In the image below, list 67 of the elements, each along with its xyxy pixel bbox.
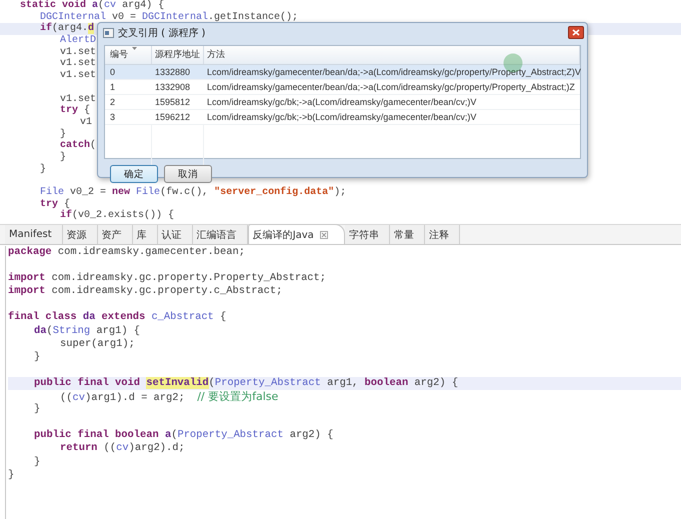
close-icon[interactable]: [320, 230, 328, 238]
tab[interactable]: Manifest: [5, 225, 63, 244]
code-line: DGCInternal v0 = DGCInternal.getInstance();: [39, 12, 298, 23]
reference-row[interactable]: 2 1595812 Lcom/idreamsky/gc/bk;->a(Lcom/idreamsky/gamecenter/bean/cv;)V: [105, 95, 580, 110]
table-cell-text: 1: [109, 81, 116, 94]
window-icon: [103, 28, 114, 38]
table-cell-text: Lcom/idreamsky/gc/bk;->b(Lcom/idreamsky/gamecenter/bean/cv;)V: [206, 111, 478, 124]
tab[interactable]: 反编译的Java: [248, 224, 345, 244]
code-line: try {: [59, 105, 90, 117]
reference-row[interactable]: 3 1596212 Lcom/idreamsky/gc/bk;->b(Lcom/idreamsky/gamecenter/bean/cv;)V: [105, 110, 580, 125]
code-line: v1.set: [59, 70, 96, 82]
code-line: super(arg1);: [59, 338, 135, 351]
tab[interactable]: 资产: [98, 225, 133, 244]
table-cell-text: Lcom/idreamsky/gc/bk;->a(Lcom/idreamsky/gamecenter/bean/cv;)V: [206, 96, 478, 109]
code-line: }: [59, 152, 66, 164]
code-line: import com.idreamsky.gc.property.Property_Abstract;: [8, 272, 326, 286]
code-line: final class da extends c_Abstract {: [8, 311, 226, 325]
table-cell-text: 2: [109, 96, 116, 109]
code-line: da(String arg1) {: [33, 324, 140, 338]
code-line: }: [8, 468, 14, 482]
code-line: }: [59, 128, 66, 140]
tab[interactable]: 常量: [390, 225, 425, 244]
code-line: }: [39, 164, 46, 176]
dialog-button[interactable]: 取消: [164, 165, 212, 183]
table-cell-text: 1595812: [154, 96, 192, 109]
code-line: }: [33, 403, 40, 416]
table-cell-text: 1596212: [154, 111, 192, 124]
code-line: v1.set: [59, 94, 96, 104]
code-line: File v0_2 = new File(fw.c(), "server_config.data");: [39, 187, 346, 198]
code-line: try {: [39, 198, 70, 210]
code-line: static void a(cv arg4) {: [19, 0, 164, 12]
table-cell-text: 3: [109, 111, 116, 124]
sort-icon: [132, 47, 137, 50]
code-line: v1.set: [59, 58, 96, 70]
code-line: import com.idreamsky.gc.property.c_Abstract;: [8, 285, 282, 298]
reference-row[interactable]: 1 1332908 Lcom/idreamsky/gamecenter/bean/da;->a(Lcom/idreamsky/gc/property/Property_Abstract;)Z: [105, 80, 580, 95]
tab[interactable]: 资源: [62, 225, 98, 244]
code-line: public final boolean a(Property_Abstract arg2) {: [33, 429, 334, 442]
dialog-title: 交叉引用 ( 源程序 ): [118, 26, 206, 40]
close-button[interactable]: [568, 26, 584, 39]
tab[interactable]: 字符串: [344, 225, 390, 244]
code-line: return ((cv)arg2).d;: [59, 442, 185, 456]
table-cell-text: 0: [109, 66, 116, 79]
code-line: v1.set: [59, 46, 96, 58]
code-line: AlertD: [59, 35, 96, 47]
code-line: v1: [79, 116, 92, 129]
code-line: if(arg4.d: [39, 23, 94, 34]
dialog-button[interactable]: 确定: [110, 165, 158, 183]
tab[interactable]: 汇编语言: [192, 225, 248, 244]
table-cell-text: Lcom/idreamsky/gamecenter/bean/da;->a(Lcom/idreamsky/gc/property/Property_Abstract;Z)V: [206, 66, 581, 79]
code-line: }: [33, 456, 40, 469]
code-line: public final void setInvalid(Property_Abstract arg1, boolean arg2) {: [33, 376, 458, 390]
tab[interactable]: 库: [132, 225, 158, 244]
table-cell-text: Lcom/idreamsky/gamecenter/bean/da;->a(Lcom/idreamsky/gc/property/Property_Abstract;)Z: [206, 81, 576, 94]
table-cell-text: 1332908: [154, 81, 192, 94]
tab[interactable]: 认证: [158, 225, 193, 244]
code-line: ((cv)arg1).d = arg2; // 要设置为false: [59, 390, 278, 406]
code-line: catch(: [59, 140, 96, 152]
reference-row[interactable]: 0 1332880 Lcom/idreamsky/gamecenter/bean/da;->a(Lcom/idreamsky/gc/property/Property_Abstract;Z)V: [105, 65, 580, 80]
close-icon: [572, 29, 580, 36]
tab[interactable]: 注释: [424, 225, 460, 244]
column-header[interactable]: 方法: [204, 46, 580, 64]
column-header[interactable]: 源程序地址: [152, 46, 204, 64]
table-cell-text: 1332880: [154, 66, 192, 79]
code-line: if(v0_2.exists()) {: [59, 210, 174, 222]
code-line: }: [33, 350, 40, 364]
code-line: package com.idreamsky.gamecenter.bean;: [8, 246, 245, 260]
